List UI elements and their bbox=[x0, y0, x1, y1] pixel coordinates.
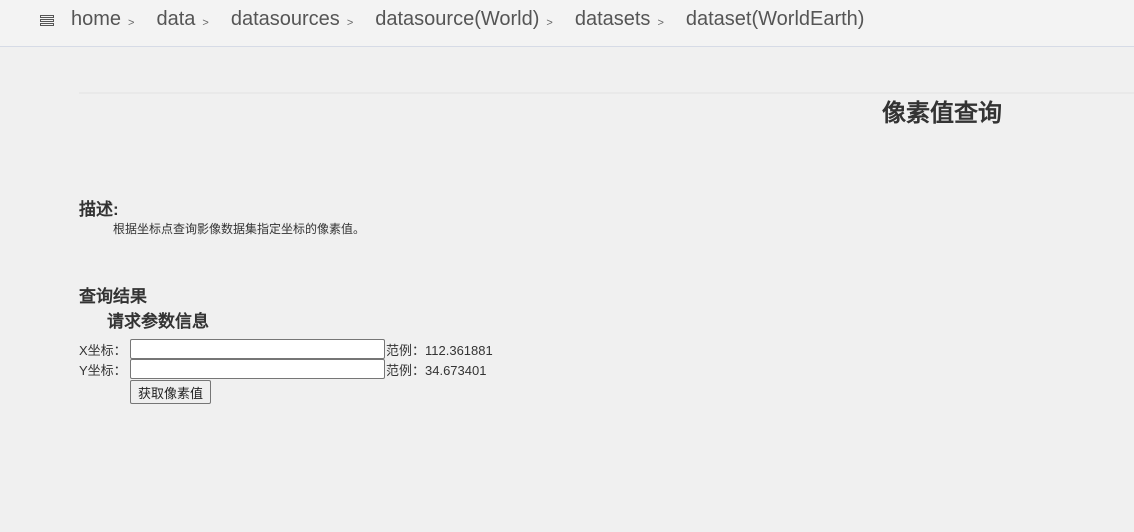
top-nav-bar: home > data > datasources > datasource(W… bbox=[0, 0, 1134, 47]
breadcrumb-separator: > bbox=[346, 16, 354, 29]
y-coordinate-label: Y坐标： bbox=[79, 362, 127, 378]
breadcrumb-dataset-worldearth[interactable]: dataset(WorldEarth) bbox=[686, 8, 865, 31]
breadcrumb-separator: > bbox=[657, 16, 664, 29]
get-pixel-value-button[interactable]: 获取像素值 bbox=[130, 380, 212, 404]
description-heading: 描述: bbox=[79, 200, 119, 219]
y-coordinate-input[interactable] bbox=[130, 359, 385, 379]
breadcrumb-separator: > bbox=[202, 16, 209, 29]
x-coordinate-example: 范例：112.361881 bbox=[386, 342, 493, 358]
breadcrumb-datasets[interactable]: datasets bbox=[575, 8, 651, 31]
params-heading: 请求参数信息 bbox=[107, 312, 209, 331]
y-coordinate-row: Y坐标： 范例：34.673401 bbox=[79, 359, 486, 379]
breadcrumb-separator: > bbox=[546, 16, 553, 29]
page-title: 像素值查询 bbox=[882, 100, 1002, 127]
breadcrumb-home[interactable]: home bbox=[71, 8, 121, 31]
x-coordinate-row: X坐标： 范例：112.361881 bbox=[79, 339, 493, 359]
breadcrumb-separator: > bbox=[128, 16, 135, 29]
x-coordinate-label: X坐标： bbox=[79, 342, 127, 358]
results-heading: 查询结果 bbox=[79, 287, 147, 306]
breadcrumb-datasources[interactable]: datasources bbox=[231, 8, 340, 31]
menu-icon[interactable] bbox=[40, 15, 54, 28]
x-coordinate-input[interactable] bbox=[130, 339, 385, 359]
breadcrumb-datasource-world[interactable]: datasource(World) bbox=[375, 8, 539, 31]
breadcrumb-data[interactable]: data bbox=[156, 8, 195, 31]
description-text: 根据坐标点查询影像数据集指定坐标的像素值。 bbox=[113, 222, 366, 236]
y-coordinate-example: 范例：34.673401 bbox=[386, 362, 487, 378]
breadcrumb: home > data > datasources > datasource(W… bbox=[71, 8, 864, 31]
